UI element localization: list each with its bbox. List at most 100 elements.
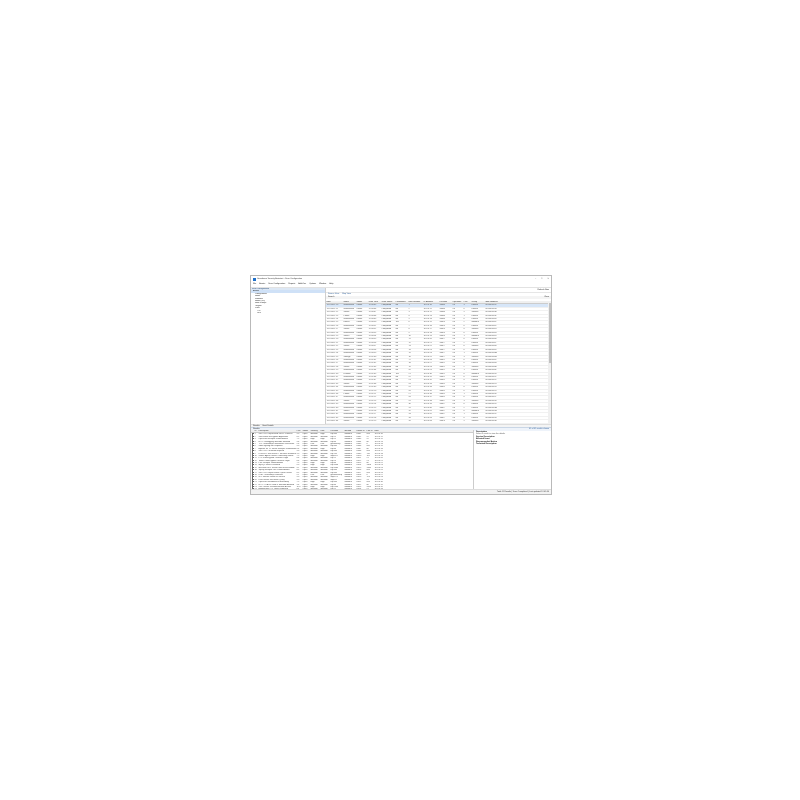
column-header[interactable]: MAC Address: [485, 301, 503, 303]
column-header[interactable]: Name: [343, 301, 356, 303]
table-cell: Printer: [343, 314, 350, 317]
table-cell: Online: [356, 372, 363, 375]
table-cell: Ok: [452, 345, 456, 348]
results-column-header[interactable]: Risk: [320, 430, 330, 432]
tree-node[interactable]: UDP: [251, 312, 325, 314]
table-cell: Online: [356, 365, 363, 368]
search-label[interactable]: Search: [328, 296, 334, 299]
results-column-header[interactable]: Host: [374, 430, 388, 432]
column-header[interactable]: Scan Time: [368, 301, 381, 303]
table-cell: Ok: [452, 307, 456, 310]
table-cell: 00:1A:2B:4F: [485, 369, 497, 372]
table-cell: Network: [471, 372, 479, 375]
column-header[interactable]: Host: [326, 301, 343, 303]
table-cell: 10.0.0.34: [423, 386, 432, 389]
results-column-header[interactable]: Method: [344, 430, 356, 432]
table-cell: 0: [463, 416, 465, 419]
table-cell: 10.0.0.27: [423, 362, 432, 365]
table-cell: 0: [463, 307, 465, 310]
table-cell: 5: [408, 318, 410, 321]
results-column-header[interactable]: Result ID: [356, 430, 366, 432]
table-cell: 12:30:47: [368, 311, 377, 314]
table-cell: 0: [463, 396, 465, 399]
table-cell: Online: [356, 341, 363, 344]
table-cell: Site B: [439, 321, 445, 324]
table-cell: No: [395, 396, 399, 399]
table-cell: Server: [343, 420, 350, 423]
column-header[interactable]: Host Number: [408, 301, 423, 303]
menu-item[interactable]: Options: [309, 283, 316, 287]
menu-item[interactable]: Assets: [259, 283, 265, 287]
table-cell: 9: [408, 331, 410, 334]
table-cell: Site E: [439, 386, 445, 389]
column-header[interactable]: Credentials: [395, 301, 408, 303]
menu-item[interactable]: Add-Ons: [298, 283, 306, 287]
table-cell: 3: [463, 304, 465, 307]
column-header[interactable]: Scan Status: [381, 301, 395, 303]
table-cell: 12:30:51: [368, 324, 377, 327]
menu-item[interactable]: Reports: [288, 283, 295, 287]
table-cell: No: [395, 413, 399, 416]
table-cell: 12:31:18: [368, 416, 377, 419]
table-cell: Completed: [381, 372, 392, 375]
results-column-header[interactable]: Description: [258, 430, 296, 432]
table-cell: Online: [356, 382, 363, 385]
table-cell: Workstation: [343, 348, 355, 351]
close-icon[interactable]: ✕: [547, 278, 549, 280]
table-cell: No: [395, 375, 399, 378]
table-cell: 26: [408, 389, 411, 392]
table-cell: 12:30:59: [368, 352, 377, 355]
table-cell: Online: [356, 321, 363, 324]
app-window: Greenbone Security Assistant - Scan Conf…: [250, 275, 552, 495]
table-cell: 192.168.1.33: [326, 382, 339, 385]
menu-item[interactable]: File: [253, 283, 256, 287]
table-cell: 00:1A:2B:57: [485, 396, 497, 399]
table-cell: 00:1A:2B:40: [485, 318, 497, 321]
results-column-header[interactable]: Status: [302, 430, 310, 432]
table-cell: 10.0.0.25: [423, 355, 432, 358]
table-cell: No: [395, 365, 399, 368]
menu-item[interactable]: Help: [329, 283, 333, 287]
table-cell: Ok: [452, 416, 456, 419]
results-column-header[interactable]: Severity: [310, 430, 320, 432]
table-cell: 00:1A:2B:49: [485, 348, 497, 351]
table-cell: Completed: [381, 324, 392, 327]
table-cell: 12:31:19: [368, 420, 377, 423]
column-header[interactable]: IP Address: [423, 301, 439, 303]
view-tab[interactable]: Map View: [342, 293, 351, 296]
column-header[interactable]: CVE: [463, 301, 471, 303]
maximize-icon[interactable]: □: [541, 278, 542, 280]
table-cell: 10.0.0.28: [423, 365, 432, 368]
table-cell: 00:1A:2B:4D: [485, 362, 497, 365]
table-cell: Ok: [452, 392, 456, 395]
table-cell: No: [395, 311, 399, 314]
table-cell: 21: [408, 372, 411, 375]
table-cell: Workstation: [343, 307, 355, 310]
refresh-button[interactable]: Refresh Now: [537, 289, 549, 291]
table-cell: Online: [356, 399, 363, 402]
table-cell: Site D: [439, 365, 445, 368]
table-cell: 192.168.1.36: [326, 392, 339, 395]
column-header[interactable]: Operation: [452, 301, 463, 303]
table-cell: 7: [408, 324, 410, 327]
scrollbar-thumb[interactable]: [548, 303, 551, 363]
menu-item[interactable]: Scan Configuration: [268, 283, 285, 287]
table-cell: 10.0.0.39: [423, 403, 432, 406]
results-column-header[interactable]: Location: [330, 430, 344, 432]
column-header[interactable]: Status: [356, 301, 368, 303]
column-header[interactable]: Location: [439, 301, 452, 303]
table-cell: 192.168.1.15: [326, 321, 339, 324]
table-cell: 10.0.0.14: [423, 318, 432, 321]
status-bar: Total 41 Results | Scan Completed | Last…: [251, 489, 551, 494]
table-cell: Server: [343, 311, 350, 314]
results-column-header[interactable]: Port ID: [366, 430, 374, 432]
column-header[interactable]: Group: [471, 301, 485, 303]
table-cell: 10.0.0.43: [423, 416, 432, 419]
table-cell: Workstation: [343, 413, 355, 416]
minimize-icon[interactable]: –: [535, 278, 536, 280]
table-cell: Workstation: [343, 341, 355, 344]
table-cell: 10.0.0.40: [423, 406, 432, 409]
hosts-scrollbar[interactable]: [548, 301, 551, 424]
clear-filter-button[interactable]: Clear: [544, 296, 549, 299]
menu-item[interactable]: Window: [319, 283, 326, 287]
